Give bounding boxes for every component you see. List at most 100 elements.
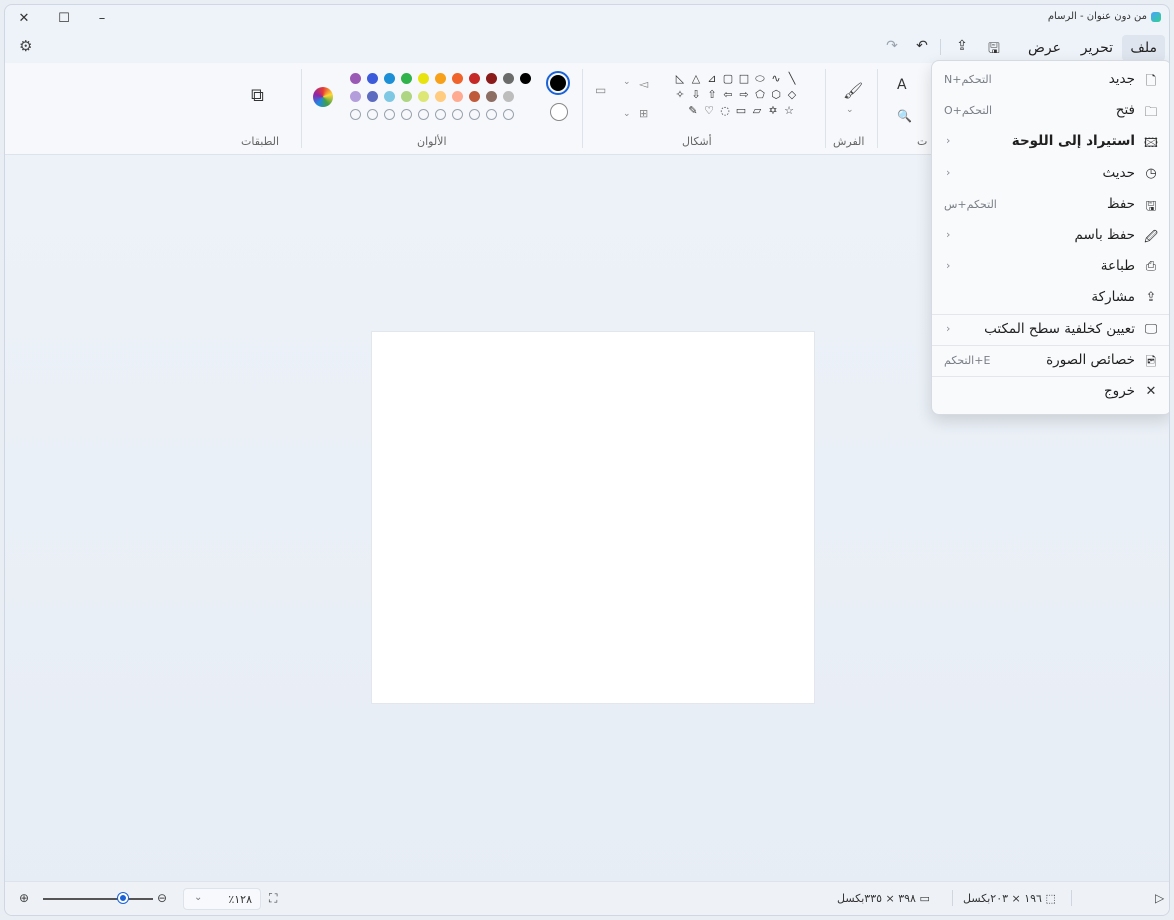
- color-swatch[interactable]: [520, 73, 531, 84]
- close-window-button[interactable]: ✕: [9, 5, 39, 31]
- shape-tool[interactable]: ✧: [674, 89, 686, 101]
- file-menu-item[interactable]: 🖾 استيراد إلى اللوحة ‹: [936, 127, 1167, 157]
- file-menu-item[interactable]: ⇪ مشاركة: [936, 283, 1167, 313]
- color-swatch[interactable]: [452, 91, 463, 102]
- color-swatch[interactable]: [503, 91, 514, 102]
- file-menu-item[interactable]: ⎙ طباعة ‹: [936, 252, 1167, 282]
- shape-tool[interactable]: ∿: [770, 73, 782, 85]
- undo-icon[interactable]: ↶: [913, 38, 931, 54]
- share-icon[interactable]: ⇪: [953, 38, 971, 54]
- zoom-slider-thumb[interactable]: [118, 893, 128, 903]
- shape-tool[interactable]: ◺: [674, 73, 686, 85]
- shape-tool[interactable]: ▱: [751, 105, 763, 117]
- shape-tool[interactable]: ◌: [719, 105, 731, 117]
- shape-tool[interactable]: ╲: [786, 73, 798, 85]
- custom-color-slot[interactable]: [503, 109, 514, 120]
- zoom-in-icon[interactable]: ⊕: [19, 891, 29, 905]
- file-menu-item[interactable]: 🗋 جديد التحكم+N: [936, 65, 1167, 95]
- shape-outline-chevron-icon[interactable]: ⌄: [623, 77, 631, 87]
- color-swatch[interactable]: [469, 73, 480, 84]
- zoom-tool-icon[interactable]: 🔍: [897, 109, 912, 123]
- color-swatch[interactable]: [486, 91, 497, 102]
- settings-icon[interactable]: ⚙: [19, 37, 32, 55]
- menu-edit[interactable]: تحرير: [1073, 35, 1121, 61]
- zoom-out-icon[interactable]: ⊖: [157, 891, 167, 905]
- primary-color-swatch[interactable]: [546, 71, 570, 95]
- minimize-window-button[interactable]: –: [87, 5, 117, 31]
- custom-color-slot[interactable]: [486, 109, 497, 120]
- edit-colors-icon[interactable]: [313, 87, 333, 107]
- shape-tool[interactable]: ⊿: [706, 73, 718, 85]
- shape-tool[interactable]: ⬭: [754, 73, 766, 85]
- shape-fill-button[interactable]: ◅: [639, 77, 648, 91]
- custom-color-slot[interactable]: [367, 109, 378, 120]
- shape-tool[interactable]: △: [690, 73, 702, 85]
- shape-tool[interactable]: ⬠: [754, 89, 766, 101]
- wallpaper-icon: 🖵: [1144, 321, 1158, 337]
- custom-color-slot[interactable]: [384, 109, 395, 120]
- file-menu-item[interactable]: 🖻 خصائص الصورة E+التحكم: [936, 346, 1167, 376]
- shape-fill-chevron-icon[interactable]: ⌄: [623, 109, 631, 119]
- color-swatch[interactable]: [503, 73, 514, 84]
- zoom-slider-track[interactable]: [43, 898, 153, 900]
- color-swatch[interactable]: [452, 73, 463, 84]
- layers-button[interactable]: ⧉: [251, 85, 264, 106]
- shape-tool[interactable]: □: [738, 73, 750, 85]
- custom-color-slot[interactable]: [401, 109, 412, 120]
- custom-color-slot[interactable]: [452, 109, 463, 120]
- color-swatch[interactable]: [435, 91, 446, 102]
- color-swatch[interactable]: [435, 73, 446, 84]
- redo-icon[interactable]: ↷: [883, 38, 901, 54]
- color-swatch[interactable]: [384, 73, 395, 84]
- maximize-window-button[interactable]: ☐: [49, 5, 79, 31]
- shape-tool[interactable]: ♡: [703, 105, 715, 117]
- file-menu-item[interactable]: 🖵 تعيين كخلفية سطح المكتب ‹: [936, 315, 1167, 345]
- shape-tool[interactable]: ◇: [786, 89, 798, 101]
- shape-size-button[interactable]: ⊞: [639, 107, 648, 120]
- custom-color-slot[interactable]: [469, 109, 480, 120]
- shape-tool[interactable]: ⇦: [722, 89, 734, 101]
- shape-tool[interactable]: ✡: [767, 105, 779, 117]
- file-menu-item[interactable]: 🖫 حفظ التحكم+س: [936, 190, 1167, 220]
- file-menu-item[interactable]: 🗀 فتح التحكم+O: [936, 96, 1167, 126]
- file-menu-item[interactable]: ◷ حديث ‹: [936, 159, 1167, 189]
- color-swatch[interactable]: [350, 73, 361, 84]
- shape-tool[interactable]: ⇧: [706, 89, 718, 101]
- shape-tool[interactable]: ⇩: [690, 89, 702, 101]
- custom-color-slot[interactable]: [418, 109, 429, 120]
- color-swatch[interactable]: [469, 91, 480, 102]
- shape-outline-button[interactable]: ▭: [595, 83, 606, 97]
- brush-chevron-icon[interactable]: ⌄: [846, 105, 854, 115]
- window-title: من دون عنوان - الرسام: [1048, 11, 1161, 22]
- custom-color-slot[interactable]: [350, 109, 361, 120]
- brush-icon[interactable]: 🖌: [843, 81, 863, 100]
- file-menu-item-shortcut: التحكم+N: [944, 73, 992, 86]
- custom-color-slot[interactable]: [435, 109, 446, 120]
- fit-to-window-icon[interactable]: ⛶: [269, 891, 277, 906]
- shape-tool[interactable]: ▭: [735, 105, 747, 117]
- drawing-canvas[interactable]: [372, 332, 814, 703]
- color-swatch[interactable]: [401, 91, 412, 102]
- color-swatch[interactable]: [401, 73, 412, 84]
- file-menu-item[interactable]: ✕ خروج: [936, 377, 1167, 407]
- color-swatch[interactable]: [384, 91, 395, 102]
- color-swatch[interactable]: [418, 91, 429, 102]
- shape-tool[interactable]: ✎: [687, 105, 699, 117]
- shape-tool[interactable]: ⇨: [738, 89, 750, 101]
- menu-file[interactable]: ملف: [1122, 35, 1165, 61]
- color-swatch[interactable]: [486, 73, 497, 84]
- secondary-color-swatch[interactable]: [550, 103, 568, 121]
- color-swatch[interactable]: [350, 91, 361, 102]
- color-swatch[interactable]: [367, 73, 378, 84]
- color-swatch[interactable]: [367, 91, 378, 102]
- shape-tool[interactable]: ☆: [783, 105, 795, 117]
- color-swatch[interactable]: [418, 73, 429, 84]
- shape-tool[interactable]: ▢: [722, 73, 734, 85]
- file-menu-item[interactable]: 🖉 حفظ باسم ‹: [936, 221, 1167, 251]
- text-tool-icon[interactable]: A: [897, 77, 907, 93]
- menu-view[interactable]: عرض: [1020, 35, 1069, 61]
- shape-tool[interactable]: ⬡: [770, 89, 782, 101]
- save-icon[interactable]: 🖫: [985, 38, 1003, 62]
- image-properties-icon: 🖻: [1145, 354, 1157, 370]
- zoom-level-select[interactable]: ⌄ ٪١٢٨: [183, 888, 261, 910]
